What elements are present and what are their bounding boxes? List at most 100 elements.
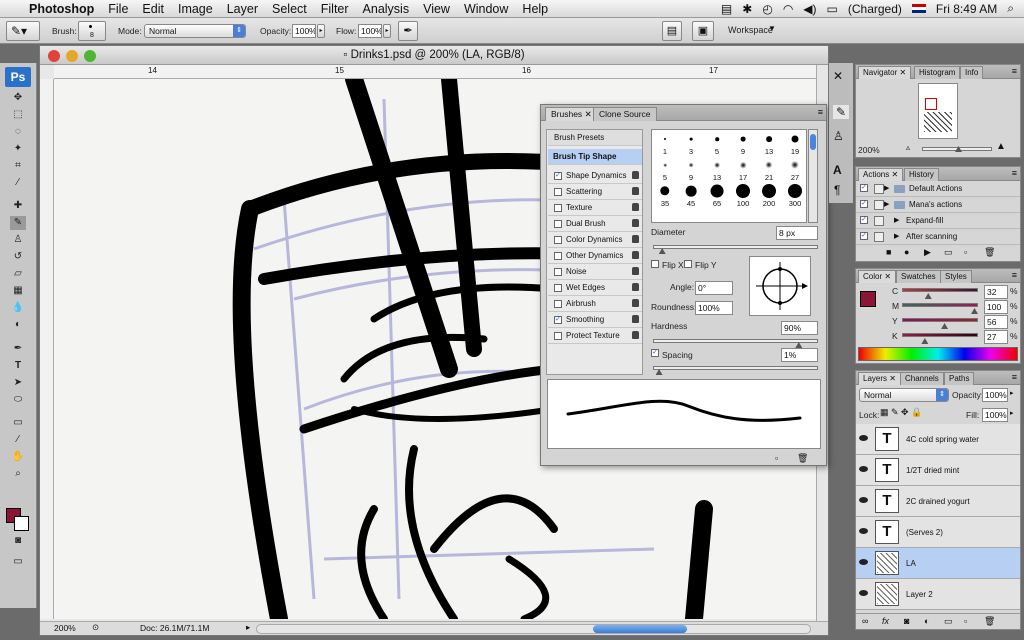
mode-select[interactable]: Normal ⇕ — [144, 24, 246, 38]
brush-tip[interactable]: 21 — [756, 156, 782, 182]
search-icon[interactable]: ⌕ — [1007, 1, 1014, 16]
option-checkbox[interactable] — [554, 300, 562, 308]
tab-brushes[interactable]: Brushes ✕ — [545, 107, 598, 121]
eye-icon[interactable] — [859, 559, 868, 565]
shape-tool-icon[interactable]: ⬭ — [10, 393, 26, 407]
navigator-zoom-knob[interactable] — [955, 146, 962, 152]
channel-slider-knob[interactable] — [924, 293, 932, 299]
panel-menu-icon[interactable]: ≡ — [1012, 270, 1017, 280]
background-color-swatch[interactable] — [14, 516, 29, 531]
panel-menu-icon[interactable]: ≡ — [1012, 372, 1017, 382]
trash-icon[interactable]: 🗑 — [984, 247, 995, 258]
menu-window[interactable]: Window — [457, 2, 515, 16]
tab-swatches[interactable]: Swatches — [896, 270, 941, 283]
play-icon[interactable]: ▶ — [924, 247, 931, 258]
dropbox-icon[interactable]: ▤ — [721, 2, 732, 16]
roundness-field[interactable]: 100% — [695, 301, 733, 315]
lock-icon[interactable] — [632, 235, 639, 243]
new-brush-icon[interactable]: ▫ — [775, 453, 778, 463]
gradient-tool-icon[interactable]: ▦ — [10, 284, 26, 298]
action-row[interactable]: ✓ ▶ Mana's actions — [856, 197, 1020, 213]
panel-toggle-icon[interactable]: ▤ — [662, 21, 682, 41]
lock-icon[interactable] — [632, 283, 639, 291]
tab-history[interactable]: History — [904, 168, 939, 181]
channel-slider[interactable] — [902, 318, 978, 329]
brush-tip[interactable]: 27 — [782, 156, 808, 182]
eyedropper-tool-icon[interactable]: ⁄ — [10, 176, 26, 190]
brush-tip[interactable]: 19 — [782, 130, 808, 156]
vertical-ruler[interactable] — [40, 79, 54, 619]
brush-tip[interactable]: 200 — [756, 182, 782, 208]
status-menu-icon[interactable]: ⊙ — [92, 622, 99, 633]
brush-tip[interactable]: 45 — [678, 182, 704, 208]
group-icon[interactable]: ▭ — [944, 616, 953, 627]
brush-tip[interactable]: 35 — [652, 182, 678, 208]
zoom-out-icon[interactable]: ▵ — [906, 143, 910, 152]
type-tool-icon[interactable]: T — [10, 359, 26, 373]
navigator-zoom-slider[interactable] — [922, 146, 992, 152]
history-brush-tool-icon[interactable]: ↺ — [10, 250, 26, 264]
channel-slider[interactable] — [902, 303, 978, 314]
opacity-dropdown-icon[interactable]: ▸ — [317, 24, 325, 38]
brush-tool-icon[interactable]: ✎▾ — [6, 21, 40, 41]
lock-icon[interactable] — [632, 299, 639, 307]
channel-field[interactable]: 56 — [984, 315, 1008, 329]
channel-slider-knob[interactable] — [921, 338, 929, 344]
channel-field[interactable]: 27 — [984, 330, 1008, 344]
layer-row[interactable]: T (Serves 2) — [856, 517, 1020, 548]
brush-tip-grid[interactable]: 1 3 5 9 13 19 5 9 13 17 21 27 35 45 65 100 200 300 — [651, 129, 807, 223]
channel-slider[interactable] — [902, 333, 978, 344]
tab-layers[interactable]: Layers ✕ — [858, 372, 901, 385]
brush-presets[interactable]: Brush Presets — [548, 130, 642, 146]
panel-menu-icon[interactable]: ≡ — [818, 107, 823, 117]
zoom-level[interactable]: 200% — [54, 623, 76, 633]
angle-field[interactable]: 0° — [695, 281, 733, 295]
screen-mode-icon[interactable]: ▭ — [10, 555, 26, 569]
brush-option-protect-texture[interactable]: Protect Texture — [548, 328, 642, 344]
brush-tip[interactable]: 3 — [678, 130, 704, 156]
option-checkbox[interactable] — [554, 332, 562, 340]
hardness-slider[interactable] — [653, 339, 818, 348]
navigator-thumbnail[interactable] — [918, 83, 958, 139]
option-checkbox[interactable]: ✓ — [554, 316, 562, 324]
panel-menu-icon[interactable]: ≡ — [1012, 66, 1017, 76]
tab-color[interactable]: Color ✕ — [858, 270, 897, 283]
brush-tip[interactable]: 17 — [730, 156, 756, 182]
flow-field[interactable]: 100% — [358, 24, 382, 38]
mask-icon[interactable]: ◙ — [904, 616, 909, 626]
blur-tool-icon[interactable]: 💧 — [10, 301, 26, 315]
expand-triangle-icon[interactable]: ▶ — [894, 213, 899, 229]
brush-tip[interactable]: 1 — [652, 130, 678, 156]
record-icon[interactable]: ● — [904, 247, 909, 257]
tab-clone-source[interactable]: Clone Source — [593, 107, 657, 121]
workspace-arrow-icon[interactable]: ▼ — [768, 24, 776, 33]
character-dock-icon[interactable]: A — [833, 163, 842, 177]
hardness-field[interactable]: 90% — [781, 321, 818, 335]
layer-row[interactable]: LA — [856, 548, 1020, 579]
trash-icon[interactable]: 🗑 — [984, 616, 995, 627]
tab-navigator[interactable]: Navigator ✕ — [858, 66, 912, 79]
lock-icon[interactable] — [632, 267, 639, 275]
navigator-view-box[interactable] — [925, 98, 937, 110]
eye-icon[interactable] — [859, 590, 868, 596]
fill-arrow-icon[interactable]: ▸ — [1010, 409, 1014, 417]
channel-field[interactable]: 100 — [984, 300, 1008, 314]
document-titlebar[interactable]: ▫ Drinks1.psd @ 200% (LA, RGB/8) — [40, 46, 828, 65]
action-row[interactable]: ✓ ▶ After scanning — [856, 229, 1020, 245]
workspace-label[interactable]: Workspace — [728, 25, 773, 35]
magic-wand-tool-icon[interactable]: ✦ — [10, 142, 26, 156]
angle-roundness-preview[interactable] — [749, 256, 811, 316]
battery-icon[interactable]: ▭ — [827, 2, 838, 16]
time-machine-icon[interactable]: ◴ — [762, 2, 772, 16]
dialog-toggle-icon[interactable] — [874, 184, 884, 194]
lasso-tool-icon[interactable]: ◌ — [10, 125, 26, 139]
action-toggle-checkbox[interactable]: ✓ — [860, 232, 868, 240]
brush-tip[interactable]: 13 — [704, 156, 730, 182]
adjustment-icon[interactable]: ◐ — [924, 616, 929, 626]
pen-tool-icon[interactable]: ✒ — [10, 342, 26, 356]
brush-tip[interactable]: 65 — [704, 182, 730, 208]
channel-slider[interactable] — [902, 288, 978, 299]
brush-tip-shape[interactable]: Brush Tip Shape — [548, 149, 642, 165]
horizontal-scrollbar[interactable] — [256, 624, 811, 634]
brush-tip[interactable]: 5 — [652, 156, 678, 182]
